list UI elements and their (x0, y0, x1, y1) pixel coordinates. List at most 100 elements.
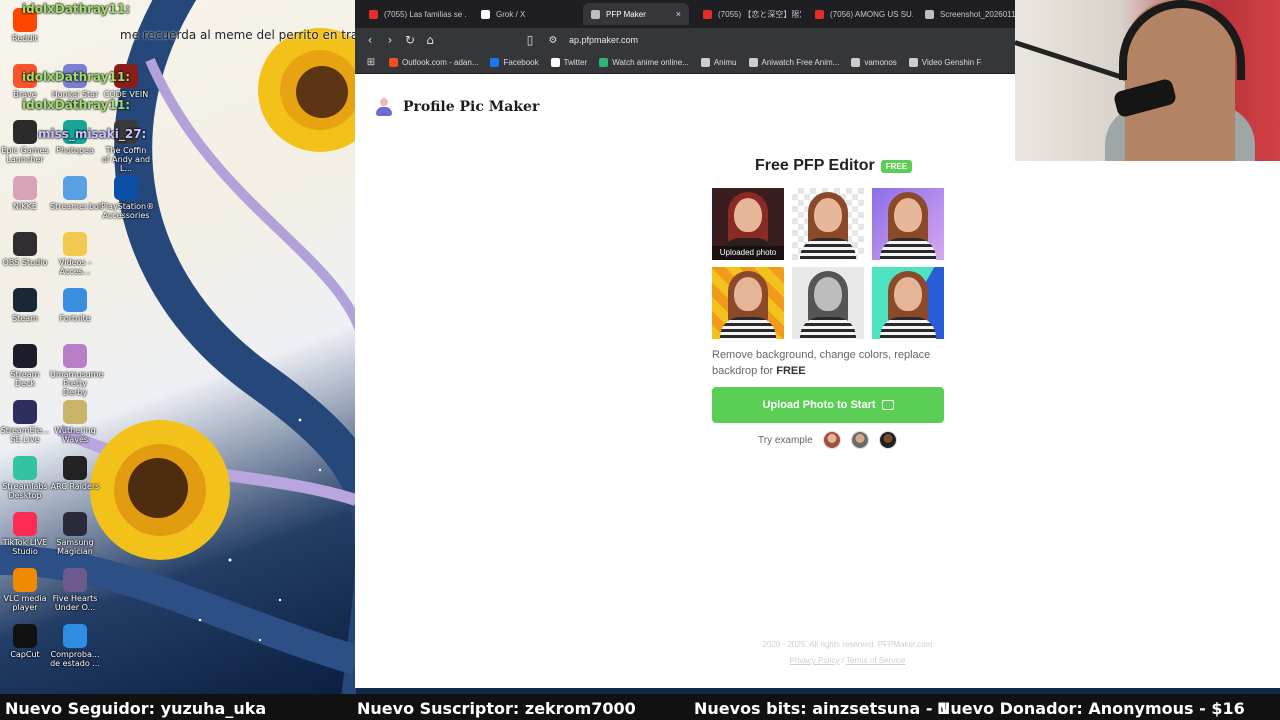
desktop-icon-label: Epic Games Launcher (1, 146, 49, 164)
headset-icon (1119, 0, 1245, 80)
app-icon (63, 624, 87, 648)
app-icon (13, 568, 37, 592)
desktop-icon[interactable]: CapCut (0, 624, 50, 659)
desktop-icon[interactable]: Streamer.bot (50, 176, 103, 211)
browser-tab[interactable]: Grok / X (473, 3, 579, 25)
desktop-icon[interactable]: NIKKE (0, 176, 50, 211)
app-icon (13, 288, 37, 312)
forward-icon[interactable]: › (380, 33, 400, 47)
feature-description: Remove background, change colors, replac… (712, 349, 931, 377)
try-example-row: Try example (758, 431, 897, 449)
try-example-label: Try example (758, 434, 813, 446)
browser-tab[interactable]: (7055) Las familias se ... (361, 3, 467, 25)
desktop-icon[interactable]: OBS Studio (0, 232, 50, 267)
tab-favicon-icon (815, 9, 824, 19)
profile-logo-icon (375, 97, 393, 117)
close-tab-icon[interactable]: × (676, 9, 681, 19)
desktop-icon[interactable]: Wuthering Waves (50, 400, 100, 444)
app-icon (13, 232, 37, 256)
desktop-icon-label: Wuthering Waves (54, 426, 96, 444)
app-icon (13, 176, 37, 200)
address-bar[interactable]: ap.pfpmaker.com (569, 32, 638, 48)
bookmark-favicon-icon (490, 58, 500, 67)
bookmark-favicon-icon (599, 58, 609, 67)
desktop-icon[interactable]: Fortnite (50, 288, 100, 323)
url-text: ap.pfpmaker.com (569, 35, 639, 45)
bookmark-label: Animu (713, 58, 737, 67)
image-icon (881, 400, 894, 410)
new-bits-alert: Nuevos bits: ainzsetsuna - 1 (694, 699, 950, 718)
chat-username: idolxDathray11: (22, 70, 131, 84)
desktop-icon[interactable]: Stream Deck (0, 344, 50, 388)
desktop-icon[interactable]: TikTok LIVE Studio (0, 512, 50, 556)
example-avatar-2[interactable] (850, 431, 869, 449)
desktop-icon[interactable]: Comproba... de estado ... (50, 624, 100, 668)
example-avatar-1[interactable] (822, 431, 841, 449)
bookmark-favicon-icon (389, 58, 398, 67)
desktop-icon[interactable]: Streamlabs Desktop (0, 456, 50, 500)
bookmark-label: Video Genshin F (921, 58, 982, 67)
upload-button-label: Upload Photo to Start (762, 399, 876, 411)
reload-icon[interactable]: ↻ (400, 33, 420, 47)
bookmark-item[interactable]: vamonos (851, 58, 897, 67)
desktop-icon[interactable]: Videos - Acces... (50, 232, 100, 276)
bookmark-item[interactable]: Aniwatch Free Anim... (748, 58, 839, 67)
bookmark-label: Twitter (563, 58, 588, 67)
privacy-policy-link[interactable]: Privacy Policy (790, 656, 840, 665)
apps-grid-icon[interactable]: ⊞ (363, 57, 379, 68)
desktop-icon-label: CapCut (10, 650, 40, 659)
site-brand[interactable]: Profile Pic Maker (375, 97, 539, 117)
desktop-icon-label: Streamer.bot (50, 202, 103, 211)
page-title: Free PFP Editor (755, 157, 875, 174)
terms-of-service-link[interactable]: Terms of Service (846, 656, 906, 665)
desktop-icon[interactable]: VLC media player (0, 568, 50, 612)
bookmark-icon[interactable]: ▯ (520, 33, 540, 47)
bookmark-item[interactable]: Facebook (490, 58, 539, 67)
chat-username: miss_misaki_27: (38, 127, 147, 141)
desktop-icon[interactable]: PlayStation® Accessories (101, 176, 154, 220)
browser-tab[interactable]: PFP Maker × (583, 3, 689, 25)
tab-favicon-icon (481, 9, 490, 19)
app-icon (63, 176, 87, 200)
desktop-icon-label: Samsung Magician (56, 538, 94, 556)
desktop-icon-label: TikTok LIVE Studio (2, 538, 48, 556)
example-avatar-3[interactable] (878, 431, 897, 449)
desktop-icon[interactable]: Umamusume Pretty Derby (50, 344, 103, 397)
grayscale-photo (792, 267, 864, 339)
bookmark-label: Outlook.com - adan... (402, 58, 479, 67)
bookmark-item[interactable]: Twitter (550, 58, 588, 67)
bookmark-item[interactable]: Watch anime online... (599, 58, 689, 67)
desktop-icon-label: ARC Raiders (50, 482, 100, 491)
desktop-icon[interactable]: Steam (0, 288, 50, 323)
bookmark-item[interactable]: Video Genshin F (908, 58, 982, 67)
app-icon (114, 176, 138, 200)
browser-tab[interactable]: Screenshot_2026011... (917, 3, 1017, 25)
desktop-icon-label: OBS Studio (2, 258, 48, 267)
webcam-overlay (1015, 0, 1280, 161)
chat-username: idolxDathray11: (22, 98, 131, 112)
browser-tab[interactable]: (7056) AMONG US SU... (807, 3, 913, 25)
app-icon (13, 400, 37, 424)
home-icon[interactable]: ⌂ (420, 33, 440, 47)
desktop-icon-label: Videos - Acces... (58, 258, 91, 276)
upload-photo-button[interactable]: Upload Photo to Start (712, 387, 944, 423)
bookmark-label: Watch anime online... (612, 58, 689, 67)
free-badge: FREE (880, 159, 913, 173)
bookmark-favicon-icon (700, 58, 710, 67)
desktop-icon[interactable]: StreamEle... SE.Live (0, 400, 50, 444)
tab-title: Grok / X (496, 9, 526, 19)
bookmark-label: vamonos (864, 58, 897, 67)
desktop-icon[interactable]: Samsung Magician (50, 512, 100, 556)
desktop-icon[interactable]: Five Hearts Under O... (50, 568, 100, 612)
pfp-maker-page: Profile Pic Maker Free PFP Editor FREE U… (355, 75, 1280, 688)
desktop-icon-label: Five Hearts Under O... (52, 594, 98, 612)
bookmark-item[interactable]: Outlook.com - adan... (389, 58, 478, 67)
description-free: FREE (776, 365, 806, 377)
footer-links: Privacy Policy / Terms of Service (385, 656, 1280, 665)
desktop-icon[interactable]: ARC Raiders (50, 456, 100, 491)
bookmark-item[interactable]: Animu (700, 58, 737, 67)
site-settings-icon[interactable]: ⚙ (543, 35, 563, 46)
back-icon[interactable]: ‹ (360, 33, 380, 47)
desktop-icon-label: Reddit (12, 34, 38, 43)
browser-tab[interactable]: (7055) 【恋と深空】限定... (695, 3, 801, 25)
